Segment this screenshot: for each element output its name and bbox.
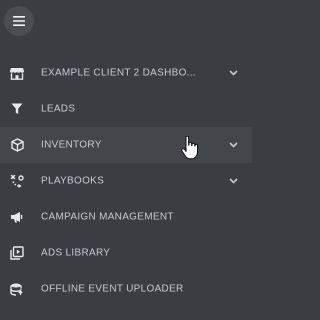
menu-toggle-button[interactable] bbox=[4, 6, 34, 36]
sidebar-item-ads-library[interactable]: ADS LIBRARY bbox=[0, 235, 252, 271]
box-icon bbox=[9, 137, 25, 153]
sidebar-item-example-client-dashboard[interactable]: EXAMPLE CLIENT 2 DASHBO... bbox=[0, 55, 252, 91]
sidebar-item-leads[interactable]: LEADS bbox=[0, 91, 252, 127]
sidebar-item-label: LEADS bbox=[41, 103, 76, 115]
sidebar-item-playbooks[interactable]: PLAYBOOKS bbox=[0, 163, 252, 199]
storefront-icon bbox=[9, 65, 25, 81]
filter-icon bbox=[9, 101, 25, 117]
megaphone-icon bbox=[9, 209, 25, 225]
chevron-down-icon[interactable] bbox=[228, 68, 238, 78]
sidebar-item-offline-event-uploader[interactable]: OFFLINE EVENT UPLOADER bbox=[0, 271, 252, 307]
chevron-down-icon[interactable] bbox=[228, 176, 238, 186]
sidebar-item-label: ADS LIBRARY bbox=[41, 247, 111, 259]
sidebar-nav: EXAMPLE CLIENT 2 DASHBO... LEADS INVENTO… bbox=[0, 55, 252, 307]
ads-library-icon bbox=[9, 245, 25, 261]
chevron-down-icon[interactable] bbox=[228, 140, 238, 150]
database-upload-icon bbox=[9, 281, 25, 297]
sidebar-item-inventory[interactable]: INVENTORY bbox=[0, 127, 252, 163]
hamburger-icon bbox=[13, 16, 25, 26]
sidebar-item-label: EXAMPLE CLIENT 2 DASHBO... bbox=[41, 67, 196, 79]
sidebar-item-label: CAMPAIGN MANAGEMENT bbox=[41, 211, 174, 223]
playbook-icon bbox=[9, 173, 25, 189]
sidebar-item-label: OFFLINE EVENT UPLOADER bbox=[41, 283, 184, 295]
sidebar-item-label: PLAYBOOKS bbox=[41, 175, 105, 187]
sidebar-item-label: INVENTORY bbox=[41, 139, 102, 151]
sidebar-item-campaign-management[interactable]: CAMPAIGN MANAGEMENT bbox=[0, 199, 252, 235]
